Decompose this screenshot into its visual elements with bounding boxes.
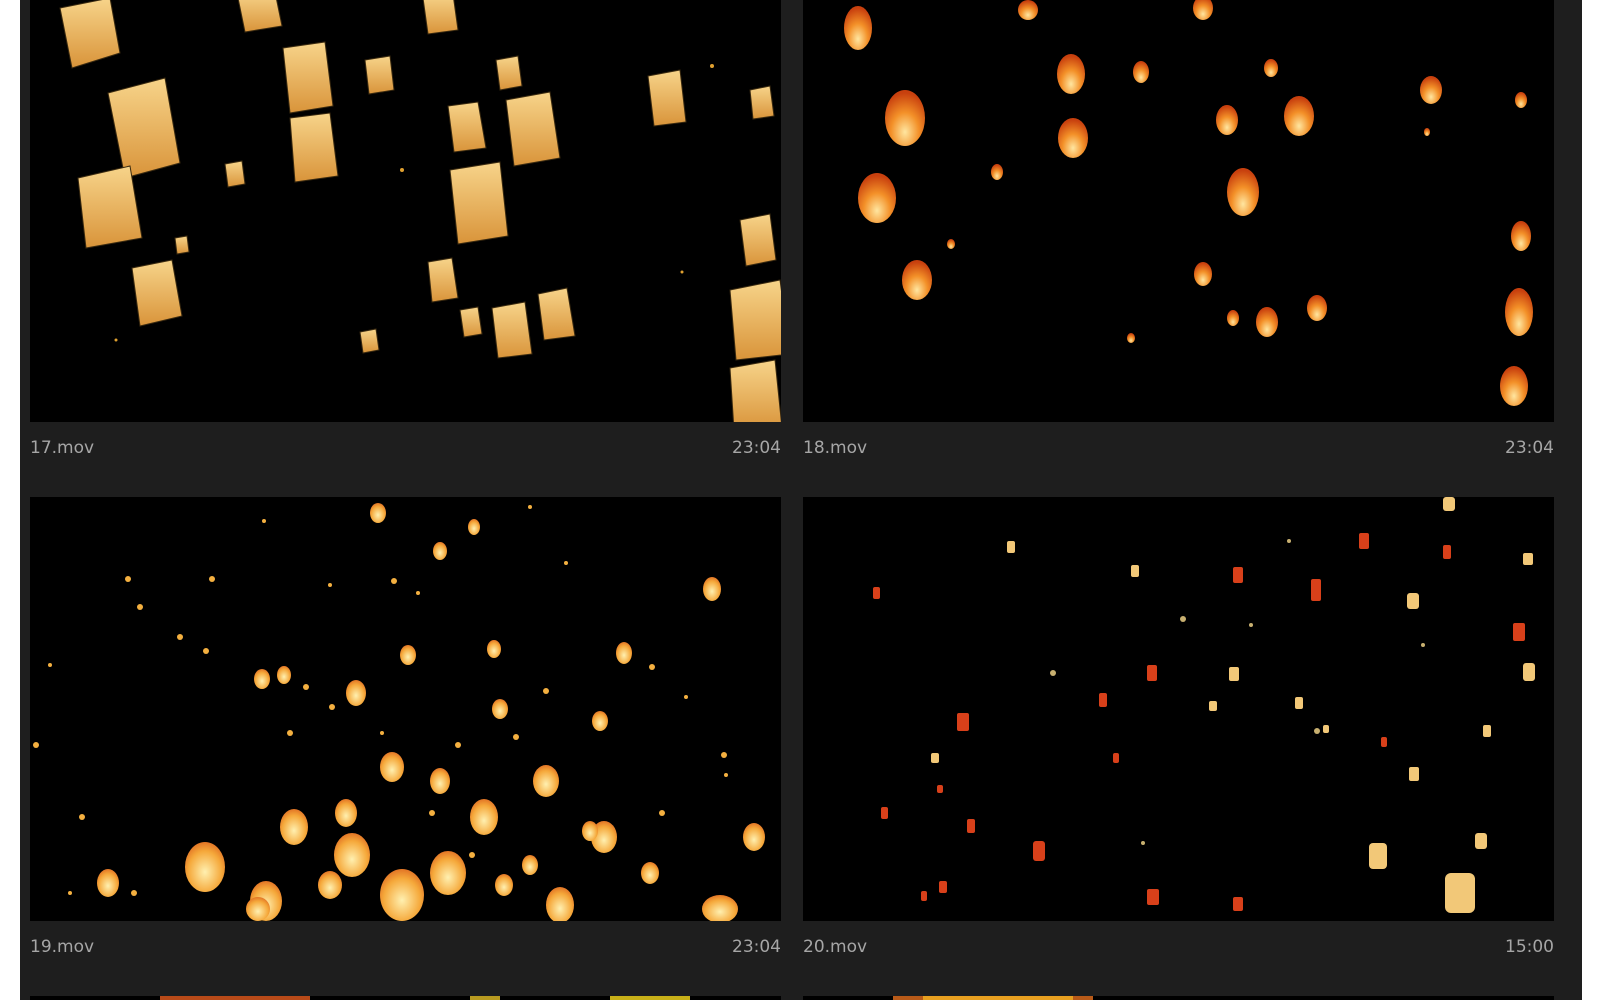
clip-card-17[interactable]: 17.mov 23:04 <box>30 0 781 462</box>
thumbnail-art <box>59 0 781 422</box>
clip-duration: 23:04 <box>1505 438 1554 458</box>
clip-thumbnail-partial[interactable] <box>30 996 781 1000</box>
clip-card-19[interactable]: 19.mov 23:04 <box>30 497 781 961</box>
thumbnail-art <box>893 996 1093 1000</box>
clip-thumbnail[interactable] <box>30 0 781 422</box>
thumbnail-art <box>844 0 1533 406</box>
clip-meta: 20.mov 15:00 <box>803 921 1554 961</box>
clip-thumbnail[interactable] <box>803 0 1554 422</box>
clip-thumbnail[interactable] <box>803 497 1554 921</box>
clip-filename: 20.mov <box>803 937 868 957</box>
media-browser-grid: 17.mov 23:04 18.mov 23:04 19.mov 23:04 2… <box>20 0 1582 1000</box>
clip-thumbnail-partial[interactable] <box>803 996 1554 1000</box>
clip-meta: 18.mov 23:04 <box>803 422 1554 462</box>
clip-card-20[interactable]: 20.mov 15:00 <box>803 497 1554 961</box>
thumbnail-art <box>33 503 765 921</box>
clip-card-18[interactable]: 18.mov 23:04 <box>803 0 1554 462</box>
clip-duration: 23:04 <box>732 438 781 458</box>
clip-duration: 15:00 <box>1505 937 1554 957</box>
clip-thumbnail[interactable] <box>30 497 781 921</box>
thumbnail-art <box>160 996 690 1000</box>
clip-filename: 17.mov <box>30 438 95 458</box>
clip-filename: 19.mov <box>30 937 95 957</box>
clip-meta: 19.mov 23:04 <box>30 921 781 961</box>
thumbnail-art <box>873 497 1535 913</box>
clip-duration: 23:04 <box>732 937 781 957</box>
clip-meta: 17.mov 23:04 <box>30 422 781 462</box>
clip-filename: 18.mov <box>803 438 868 458</box>
